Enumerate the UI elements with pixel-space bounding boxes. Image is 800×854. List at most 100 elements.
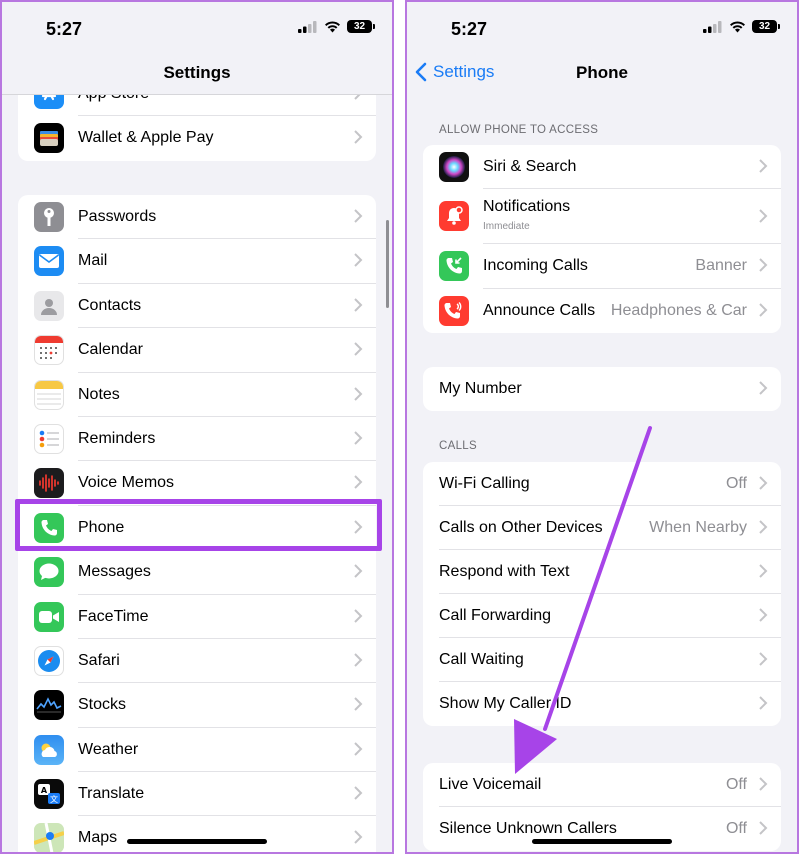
- chevron-right-icon: [759, 652, 768, 666]
- settings-row-maps[interactable]: Maps: [18, 816, 376, 852]
- settings-row-label: FaceTime: [78, 607, 149, 625]
- settings-row-label: Notifications: [483, 198, 571, 216]
- settings-row-translate[interactable]: A文 Translate: [18, 772, 376, 817]
- settings-row-contacts[interactable]: Contacts: [18, 284, 376, 329]
- chevron-right-icon: [759, 381, 768, 395]
- chevron-right-icon: [354, 342, 363, 356]
- battery-icon: 32: [752, 20, 780, 33]
- chevron-right-icon: [759, 821, 768, 835]
- settings-row-label: Maps: [78, 829, 118, 847]
- svg-text:A: A: [41, 786, 48, 795]
- settings-row-calls-other-devices[interactable]: Calls on Other Devices When Nearby: [423, 506, 781, 550]
- settings-row-value: Banner: [695, 257, 747, 275]
- incoming-calls-icon: [439, 251, 469, 282]
- chevron-right-icon: [759, 777, 768, 791]
- weather-icon: [34, 734, 64, 765]
- maps-icon: [34, 823, 64, 852]
- svg-text:文: 文: [50, 794, 58, 804]
- key-icon: [34, 202, 64, 232]
- settings-row-label: Messages: [78, 563, 151, 581]
- settings-row-value: Headphones & Car: [610, 301, 747, 319]
- siri-icon: [439, 152, 469, 182]
- settings-row-call-waiting[interactable]: Call Waiting: [423, 638, 781, 682]
- home-indicator[interactable]: [532, 839, 672, 844]
- chevron-right-icon: [354, 130, 363, 145]
- chevron-right-icon: [354, 741, 363, 756]
- settings-row-my-number[interactable]: My Number: [423, 367, 781, 411]
- settings-row-safari[interactable]: Safari: [18, 639, 376, 684]
- settings-row-notifications[interactable]: Notifications Immediate: [423, 189, 781, 245]
- chevron-right-icon: [759, 209, 768, 224]
- safari-icon: [34, 645, 64, 676]
- settings-row-label: Announce Calls: [483, 301, 596, 319]
- scrollbar[interactable]: [386, 220, 389, 308]
- mail-icon: [34, 246, 64, 277]
- settings-row-label: Notes: [78, 385, 120, 403]
- settings-row-phone[interactable]: Phone: [18, 506, 376, 551]
- settings-row-label: Mail: [78, 252, 108, 270]
- settings-row-weather[interactable]: Weather: [18, 728, 376, 773]
- settings-row-label: My Number: [439, 380, 522, 397]
- chevron-right-icon: [759, 303, 768, 317]
- settings-row-respond-with-text[interactable]: Respond with Text: [423, 550, 781, 594]
- settings-row-call-forwarding[interactable]: Call Forwarding: [423, 594, 781, 638]
- voice-memos-icon: [34, 468, 64, 499]
- reminders-icon: [34, 423, 64, 454]
- chevron-right-icon: [354, 697, 363, 712]
- settings-row-announce-calls[interactable]: Announce Calls Headphones & Car: [423, 289, 781, 333]
- notifications-icon: [439, 201, 469, 232]
- settings-row-label: Weather: [78, 740, 139, 758]
- settings-row-value: Off: [725, 475, 747, 492]
- chevron-right-icon: [759, 564, 768, 578]
- settings-row-facetime[interactable]: FaceTime: [18, 595, 376, 639]
- wallet-icon: [34, 123, 64, 154]
- settings-row-reminders[interactable]: Reminders: [18, 417, 376, 462]
- chevron-right-icon: [759, 258, 768, 273]
- messages-icon: [34, 557, 64, 588]
- settings-row-notes[interactable]: Notes: [18, 373, 376, 417]
- home-indicator[interactable]: [127, 839, 267, 844]
- cellular-signal-icon: [703, 20, 722, 33]
- settings-row-show-caller-id[interactable]: Show My Caller ID: [423, 682, 781, 726]
- chevron-right-icon: [759, 476, 768, 490]
- chevron-right-icon: [354, 298, 363, 312]
- settings-row-label: Contacts: [78, 296, 142, 314]
- wifi-icon: [730, 20, 745, 32]
- settings-row-label: Live Voicemail: [439, 776, 542, 793]
- settings-row-siri-search[interactable]: Siri & Search: [423, 145, 781, 190]
- stocks-icon: [34, 690, 64, 721]
- calls-group: Wi-Fi Calling Off Calls on Other Devices…: [423, 462, 781, 726]
- settings-row-calendar[interactable]: Calendar: [18, 328, 376, 373]
- apps-settings-group: Passwords Mail Contacts Calendar Notes R…: [18, 195, 376, 852]
- settings-row-incoming-calls[interactable]: Incoming Calls Banner: [423, 244, 781, 289]
- chevron-right-icon: [759, 696, 768, 710]
- contacts-icon: [34, 290, 64, 321]
- chevron-right-icon: [354, 253, 363, 268]
- settings-row-messages[interactable]: Messages: [18, 550, 376, 595]
- nav-bar: Settings Phone: [407, 54, 797, 94]
- settings-row-voice-memos[interactable]: Voice Memos: [18, 461, 376, 506]
- settings-row-label: Silence Unknown Callers: [439, 820, 617, 837]
- settings-row-live-voicemail[interactable]: Live Voicemail Off: [423, 763, 781, 807]
- settings-row-label: Reminders: [78, 429, 156, 447]
- chevron-right-icon: [759, 159, 768, 173]
- chevron-right-icon: [354, 830, 363, 845]
- settings-row-label: Call Forwarding: [439, 607, 552, 624]
- settings-row-mail[interactable]: Mail: [18, 239, 376, 284]
- calendar-icon: [34, 335, 64, 366]
- settings-row-passwords[interactable]: Passwords: [18, 195, 376, 240]
- chevron-right-icon: [759, 520, 768, 534]
- access-group: Siri & Search Notifications Immediate In…: [423, 145, 781, 334]
- settings-row-label: Voice Memos: [78, 474, 175, 492]
- settings-row-wifi-calling[interactable]: Wi-Fi Calling Off: [423, 462, 781, 506]
- chevron-right-icon: [354, 786, 363, 800]
- settings-row-stocks[interactable]: Stocks: [18, 683, 376, 728]
- settings-row-wallet[interactable]: Wallet & Apple Pay: [18, 116, 376, 160]
- phone-settings-screen: 5:27 32 Settings Phone ALLOW PHONE TO AC…: [405, 0, 799, 854]
- settings-row-silence-unknown-callers[interactable]: Silence Unknown Callers Off: [423, 807, 781, 851]
- status-time: 5:27: [451, 19, 488, 39]
- translate-icon: A文: [34, 779, 64, 810]
- section-header-calls: CALLS: [439, 440, 477, 452]
- settings-row-label: Show My Caller ID: [439, 695, 572, 712]
- chevron-right-icon: [354, 653, 363, 667]
